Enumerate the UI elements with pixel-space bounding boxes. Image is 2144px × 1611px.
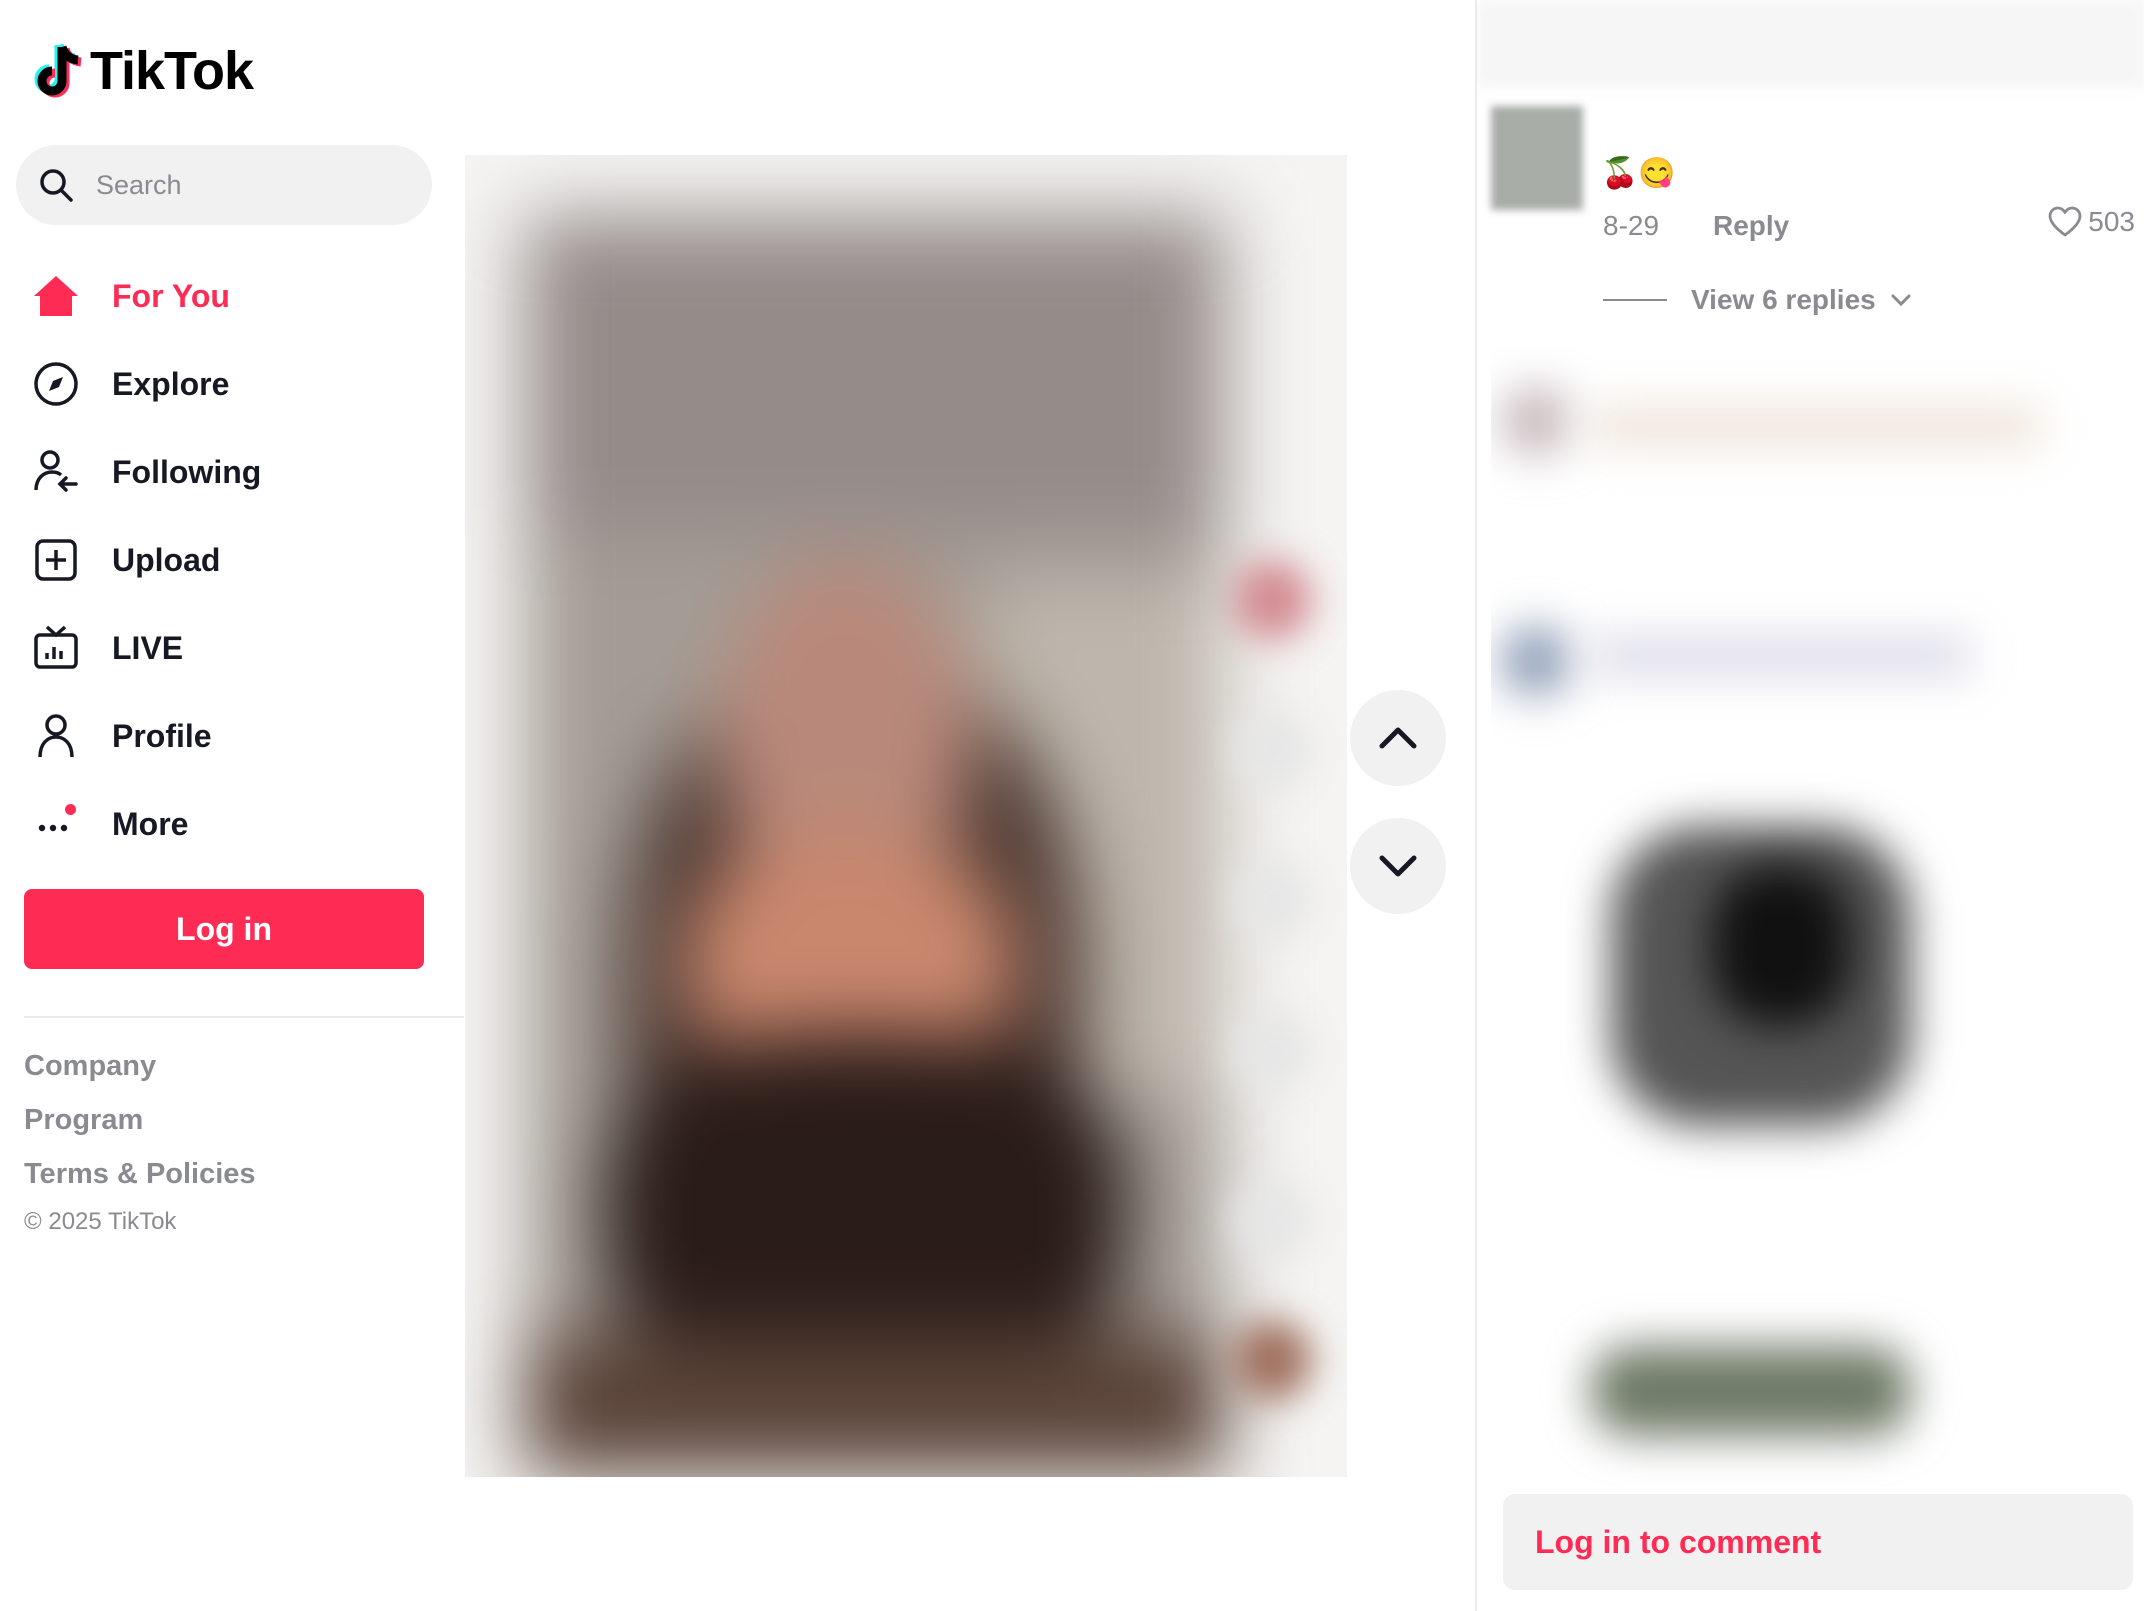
- logo-text: TikTok: [90, 41, 254, 101]
- upload-icon: [32, 536, 80, 584]
- music-disc[interactable]: [1232, 1320, 1312, 1400]
- sidebar: TikTok For You Explore Following: [0, 0, 464, 1611]
- sidebar-footer: Company Program Terms & Policies © 2025 …: [24, 1050, 256, 1236]
- footer-link-program[interactable]: Program: [24, 1104, 256, 1136]
- view-replies-button[interactable]: View 6 replies: [1603, 284, 1912, 316]
- compass-icon: [32, 360, 80, 408]
- nav-live[interactable]: LIVE: [0, 604, 464, 692]
- replies-line: [1603, 299, 1667, 301]
- comment-action[interactable]: [1232, 860, 1312, 940]
- profile-icon: [32, 712, 80, 760]
- comments-panel: 🍒😋 8-29 Reply 503 View 6 replies Log in …: [1475, 0, 2144, 1611]
- notification-dot: [65, 804, 76, 815]
- reply-button[interactable]: Reply: [1713, 210, 1789, 242]
- login-to-comment-button[interactable]: Log in to comment: [1503, 1494, 2133, 1590]
- share-action[interactable]: [1232, 1180, 1312, 1260]
- nav-profile[interactable]: Profile: [0, 692, 464, 780]
- main-nav: For You Explore Following Upload LIVE Pr…: [0, 252, 464, 868]
- login-to-comment-label: Log in to comment: [1535, 1523, 1822, 1560]
- nav-for-you[interactable]: For You: [0, 252, 464, 340]
- like-action[interactable]: [1232, 710, 1312, 790]
- chevron-down-icon: [1379, 855, 1417, 877]
- chevron-down-icon: [1891, 294, 1911, 307]
- comment-date: 8-29: [1603, 210, 1660, 241]
- copyright: © 2025 TikTok: [24, 1208, 177, 1235]
- search-input[interactable]: [94, 168, 418, 202]
- footer-link-terms[interactable]: Terms & Policies: [24, 1158, 256, 1190]
- save-action[interactable]: [1232, 1010, 1312, 1090]
- more-icon: [32, 800, 80, 848]
- nav-upload[interactable]: Upload: [0, 516, 464, 604]
- nav-label-more: More: [112, 805, 189, 842]
- comment-meta: 8-29 Reply 503: [1491, 206, 2141, 246]
- following-icon: [32, 448, 80, 496]
- nav-more[interactable]: More: [0, 780, 464, 868]
- creator-avatar[interactable]: [1232, 560, 1312, 640]
- tiktok-logo-icon: [34, 43, 82, 98]
- heart-icon: [2048, 206, 2082, 237]
- video-actions-blurred: [1222, 560, 1322, 1420]
- nav-label-profile: Profile: [112, 717, 212, 754]
- live-icon: [32, 624, 80, 672]
- nav-label-live: LIVE: [112, 629, 184, 666]
- previous-video-button[interactable]: [1350, 690, 1446, 786]
- comment-like-button[interactable]: 503: [2048, 206, 2135, 238]
- nav-label-explore: Explore: [112, 365, 230, 402]
- sidebar-divider: [24, 1016, 464, 1018]
- chevron-up-icon: [1379, 727, 1417, 749]
- footer-link-company[interactable]: Company: [24, 1050, 256, 1082]
- nav-following[interactable]: Following: [0, 428, 464, 516]
- nav-label-following: Following: [112, 453, 262, 490]
- view-replies-label: View 6 replies: [1691, 284, 1876, 315]
- login-button[interactable]: Log in: [24, 889, 424, 969]
- nav-label-for-you: For You: [112, 277, 230, 314]
- commenter-avatar[interactable]: [1491, 106, 1583, 210]
- search-icon: [40, 169, 73, 202]
- video-frame-blurred: [465, 155, 1347, 1477]
- panel-header-blurred: [1477, 0, 2144, 88]
- next-video-button[interactable]: [1350, 818, 1446, 914]
- home-icon: [32, 272, 80, 320]
- tiktok-logo[interactable]: TikTok: [32, 40, 254, 102]
- like-count: 503: [2088, 206, 2135, 237]
- comment-text: 🍒😋: [1601, 157, 1676, 190]
- nav-label-upload: Upload: [112, 541, 221, 578]
- search-bar[interactable]: [16, 145, 432, 225]
- nav-explore[interactable]: Explore: [0, 340, 464, 428]
- video-player[interactable]: [465, 155, 1347, 1477]
- comments-list-blurred: [1491, 346, 2141, 1486]
